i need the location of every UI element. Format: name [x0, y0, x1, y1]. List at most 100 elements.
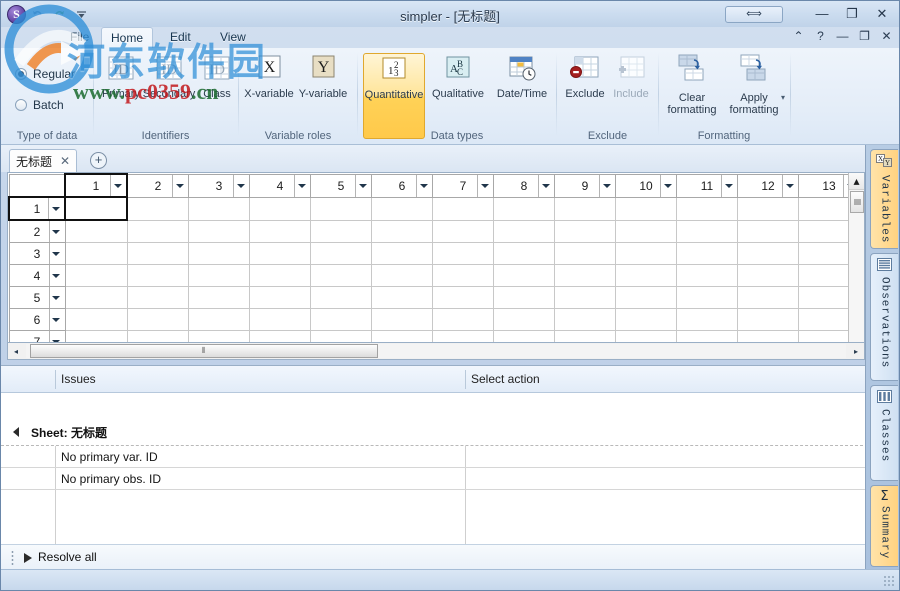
row-header-5[interactable]: 5 — [8, 286, 66, 309]
grid-cell-r1c9[interactable] — [554, 196, 616, 221]
grid-cell-r4c2[interactable] — [126, 264, 189, 287]
resize-grip[interactable] — [883, 575, 895, 587]
side-tab-classes[interactable]: Classes — [870, 385, 898, 481]
grid-cell-r6c5[interactable] — [310, 308, 372, 331]
chevron-down-icon[interactable] — [48, 309, 63, 330]
grid-cell-r2c2[interactable] — [126, 219, 189, 243]
grid-cell-r5c6[interactable] — [371, 286, 433, 309]
grid-cell-r6c8[interactable] — [493, 308, 555, 331]
side-tab-variables[interactable]: X Y Variables — [870, 149, 898, 249]
grid-cell-r6c3[interactable] — [188, 308, 250, 331]
chevron-down-icon[interactable] — [294, 174, 308, 197]
grid-cell-r5c8[interactable] — [493, 286, 555, 309]
grid-cell-r3c11[interactable] — [676, 242, 738, 265]
column-header-2[interactable]: 2 — [126, 173, 189, 198]
row-header-6[interactable]: 6 — [8, 308, 66, 331]
grid-cell-r4c12[interactable] — [737, 264, 799, 287]
tab-edit[interactable]: Edit — [161, 27, 200, 48]
grid-cell-r4c1[interactable] — [64, 264, 128, 287]
column-header-1[interactable]: 1 — [64, 173, 128, 198]
grid-cell-r3c12[interactable] — [737, 242, 799, 265]
column-header-7[interactable]: 7 — [432, 173, 494, 198]
button-quantitative[interactable]: 1 2 3 Quantitative — [363, 53, 425, 139]
chevron-down-icon[interactable] — [721, 174, 735, 197]
grid-cell-r6c11[interactable] — [676, 308, 738, 331]
scroll-left-icon[interactable]: ◂ — [8, 343, 24, 359]
chevron-down-icon[interactable] — [477, 174, 491, 197]
grid-cell-r2c6[interactable] — [371, 219, 433, 243]
grid-cell-r1c10[interactable] — [615, 196, 677, 221]
chevron-down-icon[interactable] — [355, 174, 369, 197]
grid-cell-r6c12[interactable] — [737, 308, 799, 331]
grid-cell-r5c1[interactable] — [64, 286, 128, 309]
close-button[interactable]: ✕ — [873, 5, 891, 23]
grid-cell-r6c1[interactable] — [64, 308, 128, 331]
grid-cell-r2c7[interactable] — [432, 219, 494, 243]
data-grid[interactable]: 1 2 3 4 5 6 7 8 9 10 11 12 13 1 2 3 4 5 … — [7, 172, 865, 360]
grid-cell-r4c5[interactable] — [310, 264, 372, 287]
grid-cell-r5c9[interactable] — [554, 286, 616, 309]
row-header-4[interactable]: 4 — [8, 264, 66, 287]
document-minimize-icon[interactable]: — — [836, 29, 849, 43]
chevron-down-icon[interactable] — [660, 174, 674, 197]
issue-row-no-primary-var-id[interactable]: No primary var. ID — [1, 446, 873, 468]
scroll-up-icon[interactable]: ▴ — [849, 173, 864, 190]
grid-cell-r1c6[interactable] — [371, 196, 433, 221]
button-x-variable[interactable]: X X-variable — [242, 53, 296, 100]
document-restore-icon[interactable]: ❐ — [858, 29, 871, 43]
grid-cell-r2c11[interactable] — [676, 219, 738, 243]
chevron-down-icon[interactable]: ▾ — [781, 93, 785, 102]
grid-cell-r4c10[interactable] — [615, 264, 677, 287]
grid-cell-r3c3[interactable] — [188, 242, 250, 265]
column-header-10[interactable]: 10 — [615, 173, 677, 198]
expand-collapse-icon[interactable] — [13, 427, 19, 437]
grid-cell-r5c2[interactable] — [126, 286, 189, 309]
chevron-down-icon[interactable] — [48, 265, 63, 286]
chevron-down-icon[interactable] — [233, 174, 247, 197]
grid-cell-r5c3[interactable] — [188, 286, 250, 309]
column-header-3[interactable]: 3 — [188, 173, 250, 198]
grid-cell-r3c1[interactable] — [64, 242, 128, 265]
grid-cell-r4c9[interactable] — [554, 264, 616, 287]
chevron-down-icon[interactable] — [48, 243, 63, 264]
grid-cell-r4c11[interactable] — [676, 264, 738, 287]
row-header-2[interactable]: 2 — [8, 219, 66, 243]
resize-button[interactable]: ⟺ — [725, 6, 783, 23]
grid-cell-r5c10[interactable] — [615, 286, 677, 309]
grid-cell-r3c2[interactable] — [126, 242, 189, 265]
grid-cell-r6c6[interactable] — [371, 308, 433, 331]
grid-cell-r1c3[interactable] — [188, 196, 250, 221]
grid-cell-r2c12[interactable] — [737, 219, 799, 243]
grid-cell-r2c5[interactable] — [310, 219, 372, 243]
tab-view[interactable]: View — [211, 27, 255, 48]
button-include[interactable]: Include — [604, 53, 658, 100]
grid-cell-r3c6[interactable] — [371, 242, 433, 265]
side-tab-observations[interactable]: Observations — [870, 253, 898, 381]
grid-cell-r4c3[interactable] — [188, 264, 250, 287]
chevron-down-icon[interactable] — [538, 174, 552, 197]
grid-cell-r4c7[interactable] — [432, 264, 494, 287]
grid-cell-r5c7[interactable] — [432, 286, 494, 309]
grid-cell-r1c12[interactable] — [737, 196, 799, 221]
grid-cell-r4c8[interactable] — [493, 264, 555, 287]
chevron-down-icon[interactable] — [110, 175, 124, 196]
grid-cell-r6c7[interactable] — [432, 308, 494, 331]
grid-cell-r1c2[interactable] — [126, 196, 189, 221]
column-header-11[interactable]: 11 — [676, 173, 738, 198]
grid-cell-r3c10[interactable] — [615, 242, 677, 265]
column-header-8[interactable]: 8 — [493, 173, 555, 198]
document-close-icon[interactable]: ✕ — [880, 29, 893, 43]
grid-cell-r2c1[interactable] — [64, 219, 128, 243]
help-icon[interactable]: ? — [814, 29, 827, 43]
close-icon[interactable]: ✕ — [60, 154, 70, 168]
grid-cell-r2c8[interactable] — [493, 219, 555, 243]
add-sheet-button[interactable]: + — [90, 152, 107, 169]
tab-home[interactable]: Home — [101, 27, 154, 48]
grid-cell-r1c8[interactable] — [493, 196, 555, 221]
row-header-1[interactable]: 1 — [8, 196, 66, 221]
chevron-down-icon[interactable] — [172, 174, 186, 197]
column-header-12[interactable]: 12 — [737, 173, 799, 198]
grid-cell-r2c4[interactable] — [249, 219, 311, 243]
radio-regular[interactable]: Regular — [15, 67, 75, 81]
grid-cell-r6c10[interactable] — [615, 308, 677, 331]
